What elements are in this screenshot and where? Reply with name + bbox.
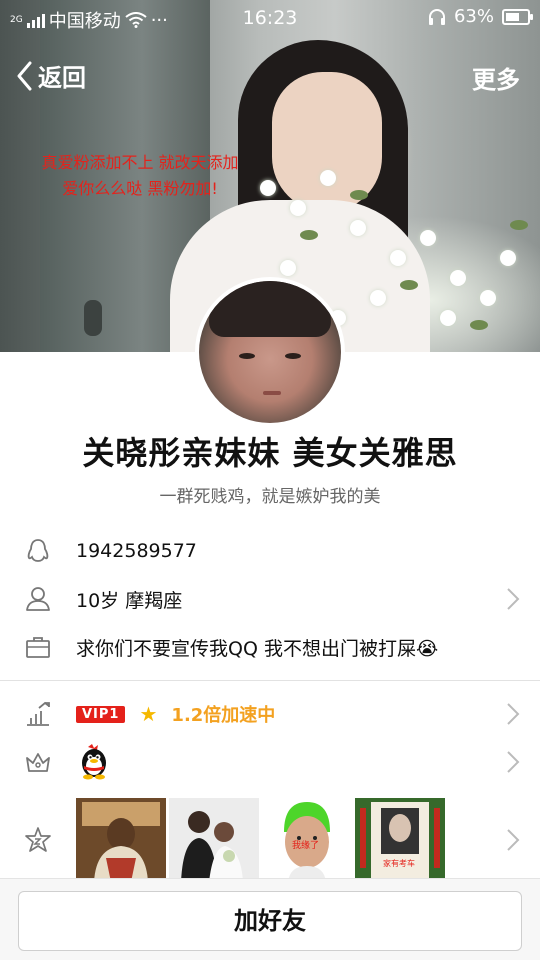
cover-caption: 真爱粉添加不上 就改天添加 爱你么么哒 黑粉勿加! [20, 150, 260, 202]
vip-badge: VIP1 [76, 705, 126, 723]
chevron-right-icon [507, 703, 520, 725]
note-row: 求你们不要宣传我QQ 我不想出门被打屎😭 [0, 623, 540, 671]
photo-thumbnail[interactable] [76, 798, 166, 882]
bottom-bar: 加好友 [0, 878, 540, 960]
age-row[interactable]: 10岁 摩羯座 [0, 575, 540, 623]
avatar-image [199, 281, 341, 423]
chevron-right-icon [507, 588, 520, 610]
crying-emoji: 😭 [415, 637, 439, 660]
briefcase-icon [26, 637, 50, 658]
penguin-outline-icon [27, 539, 49, 562]
nickname: 关晓彤亲妹妹 美女关雅思 [82, 434, 458, 472]
photo-caption: 我缘了 [292, 841, 320, 851]
photo-wall: 我缘了 家有考车 [76, 798, 445, 882]
decoration-row[interactable] [0, 738, 540, 786]
qq-number-row: 1942589577 [0, 527, 540, 575]
growth-chart-icon [27, 701, 50, 726]
photo-thumbnail[interactable] [169, 798, 259, 882]
cover-caption-line1: 真爱粉添加不上 就改天添加 [41, 153, 239, 172]
crown-icon [26, 753, 50, 772]
photo-caption: 家有考车 [383, 858, 415, 869]
headphones-icon [428, 8, 445, 25]
photo-thumbnail[interactable]: 我缘了 [262, 798, 352, 882]
section-divider [0, 680, 540, 681]
more-button[interactable]: 更多 [472, 60, 520, 95]
note-text-body: 求你们不要宣传我QQ 我不想出门被打屎 [76, 637, 416, 660]
chevron-left-icon [17, 61, 32, 90]
battery-fill [506, 12, 519, 21]
battery-percent: 63% [453, 6, 494, 27]
person-icon [26, 587, 50, 611]
avatar[interactable] [195, 277, 345, 427]
speed-text: 1.2倍加速中 [171, 705, 276, 726]
signature: 一群死贱鸡，就是嫉妒我的美 [159, 487, 381, 507]
back-button[interactable]: 返回 [16, 58, 86, 93]
age-zodiac: 10岁 摩羯座 [76, 589, 183, 612]
cover-caption-line2: 爱你么么哒 黑粉勿加! [62, 179, 218, 198]
vip-row[interactable]: VIP1 ★ 1.2倍加速中 [0, 690, 540, 738]
back-label: 返回 [38, 64, 86, 92]
chevron-right-icon [507, 751, 520, 773]
add-friend-button[interactable]: 加好友 [18, 891, 522, 951]
battery-icon [502, 8, 533, 25]
photo-thumbnail[interactable]: 家有考车 [355, 798, 445, 882]
status-bar: 2G 中国移动 ··· 16:23 63% [0, 0, 540, 36]
qq-penguin-icon [82, 744, 106, 780]
vip-info: VIP1 ★ 1.2倍加速中 [76, 701, 275, 727]
star-z-icon [25, 827, 51, 852]
star-icon: ★ [139, 702, 158, 726]
qq-number: 1942589577 [76, 540, 197, 562]
chevron-right-icon [507, 829, 520, 851]
door-knob [84, 300, 102, 336]
note-text: 求你们不要宣传我QQ 我不想出门被打屎😭 [76, 634, 438, 661]
